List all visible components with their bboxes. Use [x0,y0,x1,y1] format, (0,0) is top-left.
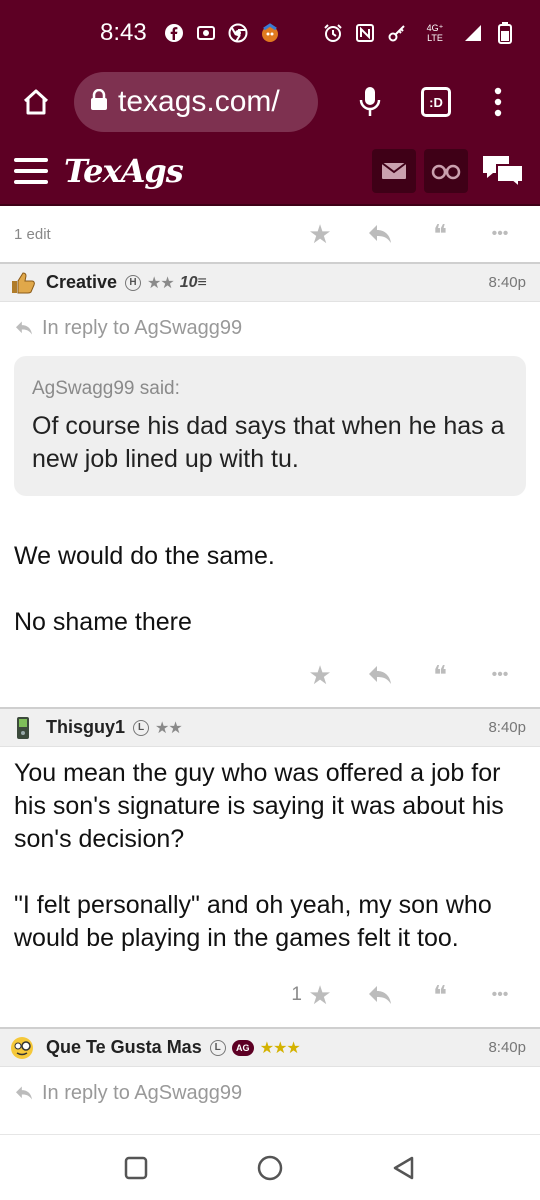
post-creative: Creative H ★★ 10≡ 8:40p In reply to AgSw… [0,264,540,709]
post-paragraph: You mean the guy who was offered a job f… [14,759,504,853]
more-icon[interactable]: ••• [484,659,516,691]
post-que-te-gusta-mas: Que Te Gusta Mas L AG ★★★ 8:40p In reply… [0,1029,540,1119]
post-paragraph: We would do the same. [14,542,275,570]
quote-block: AgSwagg99 said: Of course his dad says t… [14,356,526,496]
emoji-avatar-icon[interactable] [10,1035,36,1061]
home-icon[interactable] [16,82,56,122]
post-time[interactable]: 8:40p [488,719,526,736]
post-body: We would do the same. No shame there [0,540,540,639]
game-app-icon [259,22,281,44]
username[interactable]: Que Te Gusta Mas [46,1037,202,1058]
hamburger-menu-icon[interactable] [14,158,48,184]
user-badge: H [125,274,142,291]
post-thisguy1: Thisguy1 L ★★ 8:40p You mean the guy who… [0,709,540,1029]
browser-toolbar: texags.com/ :D [0,66,540,138]
user-stars: ★★ [155,719,183,737]
microphone-icon[interactable] [348,80,392,124]
url-text: texags.com/ [118,85,280,118]
reply-icon[interactable] [364,218,396,250]
ten-year-badge: 10≡ [179,273,207,291]
reply-icon[interactable] [364,979,396,1011]
reply-arrow-icon [14,1085,34,1101]
post-paragraph: "I felt personally" and oh yeah, my son … [14,891,492,952]
more-icon[interactable]: ••• [484,979,516,1011]
in-reply-to-link[interactable]: In reply to AgSwagg99 [0,1067,540,1119]
chat-icon[interactable] [480,149,526,193]
tab-switcher-button[interactable]: :D [414,80,458,124]
reply-arrow-icon [14,320,34,336]
more-icon[interactable]: ••• [484,218,516,250]
post-actions: ★ ❝ ••• [0,645,540,705]
star-icon[interactable]: ★ [304,218,336,250]
key-icon [386,22,408,44]
quote-author[interactable]: AgSwagg99 said: [32,378,508,400]
binoculars-icon[interactable] [424,149,468,193]
previous-post-footer: 1 edit ★ ❝ ••• [0,206,540,264]
status-bar: 8:43 4G⁺ LTE [0,0,540,66]
post-paragraph: No shame there [14,608,192,636]
site-logo[interactable]: TexAgs [64,152,184,190]
phone-avatar-icon[interactable] [10,715,36,741]
reply-icon[interactable] [364,659,396,691]
star-icon[interactable]: ★ [304,659,336,691]
in-reply-to-link[interactable]: In reply to AgSwagg99 [0,302,540,354]
status-time: 8:43 [100,19,147,46]
user-stars: ★★ [147,274,175,292]
back-triangle-icon[interactable] [389,1153,419,1183]
home-circle-icon[interactable] [255,1153,285,1183]
star-icon[interactable]: ★ [304,979,336,1011]
tab-count: :D [421,87,451,117]
network-type-icon: 4G⁺ LTE [418,22,452,44]
ten-year-badge-label: 10 [179,273,198,291]
quote-icon[interactable]: ❝ [424,979,456,1011]
post-actions: 1 ★ ❝ ••• [0,965,540,1025]
thumbs-up-avatar-icon[interactable] [10,270,36,296]
network-type-label: 4G⁺ LTE [426,23,444,43]
facebook-icon [163,22,185,44]
quote-text: Of course his dad says that when he has … [32,412,505,473]
chrome-icon [227,22,249,44]
post-time[interactable]: 8:40p [488,1039,526,1056]
radio-icon [195,22,217,44]
post-header: Thisguy1 L ★★ 8:40p [0,709,540,747]
star-count: 1 [291,984,302,1005]
post-body: You mean the guy who was offered a job f… [0,757,540,955]
user-badge: L [133,719,150,736]
alarm-icon [322,22,344,44]
mail-icon[interactable] [372,149,416,193]
signal-icon [462,22,484,44]
recents-icon[interactable] [121,1153,151,1183]
lock-icon [90,85,108,119]
edit-count[interactable]: 1 edit [14,226,51,243]
user-stars: ★★★ [259,1039,301,1057]
post-header: Creative H ★★ 10≡ 8:40p [0,264,540,302]
more-menu-icon[interactable] [476,80,520,124]
reply-to-text: In reply to AgSwagg99 [42,316,243,339]
post-header: Que Te Gusta Mas L AG ★★★ 8:40p [0,1029,540,1067]
quote-icon[interactable]: ❝ [424,218,456,250]
user-badge: L [209,1039,226,1056]
post-time[interactable]: 8:40p [488,274,526,291]
nfc-icon [354,22,376,44]
site-header: TexAgs [0,138,540,206]
reply-to-text: In reply to AgSwagg99 [42,1081,243,1104]
post-actions: ★ ❝ ••• [304,218,540,250]
ag-badge: AG [231,1039,254,1056]
quote-icon[interactable]: ❝ [424,659,456,691]
username[interactable]: Creative [46,272,117,293]
system-nav-bar [0,1134,540,1200]
username[interactable]: Thisguy1 [46,717,125,738]
battery-icon [494,22,516,44]
url-bar[interactable]: texags.com/ [74,72,318,132]
